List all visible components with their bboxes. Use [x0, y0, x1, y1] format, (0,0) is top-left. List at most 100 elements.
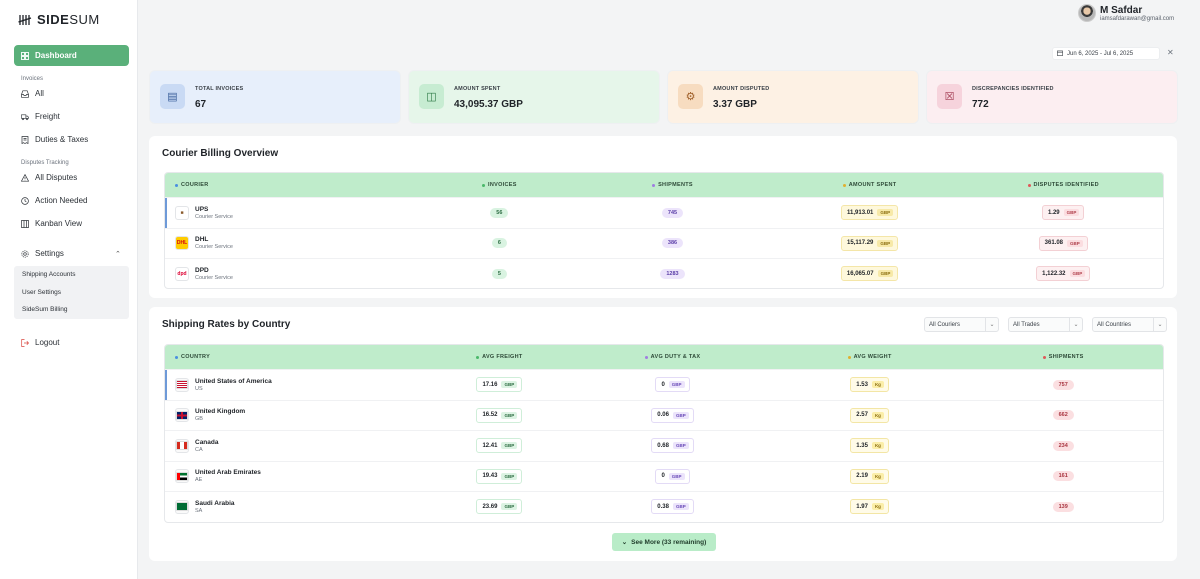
- shipments-cell: 745: [569, 207, 776, 218]
- sidebar-item-freight[interactable]: Freight: [21, 112, 60, 121]
- brand-logo[interactable]: SIDESUM: [18, 12, 100, 27]
- table-row[interactable]: Saudi Arabia SA 23.69 GBP 0.38 GBP 1.97 Kg 139: [165, 491, 1163, 522]
- dispute-value: 1.29 GBP: [1041, 205, 1085, 221]
- user-name: M Safdar: [1100, 4, 1143, 16]
- table-row[interactable]: Canada CA 12.41 GBP 0.68 GBP 1.35 Kg 234: [165, 430, 1163, 461]
- country-name: Saudi Arabia: [195, 499, 235, 507]
- column-header[interactable]: AVG WEIGHT: [776, 354, 964, 360]
- table-row[interactable]: dpd DPD Courier Service 5 1283 16,065.07 GBP 1,…: [165, 258, 1163, 288]
- settings-submenu: Shipping Accounts User Settings SideSum …: [14, 266, 129, 319]
- courier-cell: dpd DPD Courier Service: [165, 266, 429, 281]
- sidebar-item-settings[interactable]: Settings: [21, 249, 64, 258]
- sidebar-item-all-disputes[interactable]: All Disputes: [21, 173, 77, 182]
- duty-amount: 0: [661, 473, 665, 480]
- unit-badge: Kg: [871, 381, 884, 389]
- inbox-icon: [21, 89, 29, 98]
- currency-badge: GBP: [1067, 239, 1083, 247]
- amount-spent-value: 15,117.29 GBP: [841, 235, 899, 251]
- column-header[interactable]: SHIPMENTS: [963, 354, 1163, 360]
- freight-amount: 17.16: [482, 381, 498, 388]
- column-header-label: DISPUTES IDENTIFIED: [1033, 182, 1099, 188]
- stat-label: AMOUNT SPENT: [454, 86, 501, 92]
- sidebar-item-duties-taxes[interactable]: Duties & Taxes: [21, 135, 88, 144]
- user-email: iamsafdarawan@gmail.com: [1100, 15, 1175, 22]
- sidebar-item-all-invoices[interactable]: All: [21, 89, 44, 98]
- sidebar-item-logout[interactable]: Logout: [21, 338, 59, 347]
- avg-duty-value: 0.06 GBP: [651, 407, 694, 423]
- courier-name: DHL: [195, 236, 209, 244]
- table-row[interactable]: United Arab Emirates AE 19.43 GBP 0 GBP 2.19 Kg…: [165, 460, 1163, 492]
- country-text: Saudi Arabia SA: [195, 500, 235, 514]
- currency-badge: GBP: [501, 411, 518, 419]
- kanban-icon: [21, 219, 29, 228]
- select-value: All Couriers: [929, 321, 961, 328]
- country-text: United States of America US: [195, 378, 272, 392]
- column-header[interactable]: AVG DUTY & TAX: [569, 354, 776, 360]
- close-icon[interactable]: ✕: [1167, 48, 1174, 57]
- submenu-item-user-settings[interactable]: User Settings: [22, 289, 61, 296]
- country-filter-select[interactable]: All Countries ⌄: [1092, 317, 1167, 332]
- country-cell: United Arab Emirates AE: [165, 469, 429, 484]
- country-code: CA: [195, 446, 203, 453]
- sidebar-item-action-needed[interactable]: Action Needed: [21, 196, 87, 205]
- date-range-picker[interactable]: Jun 6, 2025 - Jul 6, 2025: [1052, 47, 1160, 60]
- column-header[interactable]: DISPUTES IDENTIFIED: [963, 182, 1163, 188]
- avg-freight-cell: 17.16 GBP: [429, 377, 569, 393]
- chevron-up-icon[interactable]: ⌃: [115, 250, 121, 258]
- column-header[interactable]: AMOUNT SPENT: [776, 182, 964, 188]
- weight-amount: 2.57: [856, 412, 868, 419]
- sidebar-item-kanban-view[interactable]: Kanban View: [21, 219, 82, 228]
- country-code: AE: [195, 477, 203, 484]
- table-row[interactable]: United States of America US 17.16 GBP 0 GBP 1.…: [165, 369, 1163, 400]
- chevron-down-icon: ⌄: [621, 539, 628, 546]
- shipments-cell: 234: [963, 440, 1163, 451]
- column-header[interactable]: COUNTRY: [165, 354, 429, 360]
- table-header: COUNTRY AVG FREIGHT AVG DUTY & TAX AVG WEIG…: [165, 345, 1163, 369]
- table-row[interactable]: ■ UPS Courier Service 56 745 11,913.01 GBP 1.29…: [165, 197, 1163, 228]
- country-name: United States of America: [195, 377, 272, 385]
- shipments-cell: 757: [963, 379, 1163, 390]
- column-header[interactable]: SHIPMENTS: [569, 182, 776, 188]
- column-header[interactable]: COURIER: [165, 182, 429, 188]
- courier-filter-select[interactable]: All Couriers ⌄: [924, 317, 999, 332]
- freight-amount: 12.41: [482, 442, 498, 449]
- sidebar-item-label: Logout: [35, 338, 60, 347]
- disputes-cell: 361.08 GBP: [963, 235, 1163, 251]
- submenu-item-sidesum-billing[interactable]: SideSum Billing: [22, 306, 68, 313]
- stat-value: 3.37 GBP: [713, 99, 757, 110]
- stats-row: ▤ TOTAL INVOICES 67 ◫ AMOUNT SPENT 43,095.37 …: [149, 70, 1178, 124]
- trade-filter-select[interactable]: All Trades ⌄: [1008, 317, 1083, 332]
- submenu-item-shipping-accounts[interactable]: Shipping Accounts: [22, 271, 75, 278]
- dot-icon: [476, 355, 480, 359]
- see-more-button[interactable]: ⌄ See More (33 remaining): [612, 533, 716, 551]
- stat-card: ◫ AMOUNT SPENT 43,095.37 GBP: [408, 70, 660, 124]
- country-text: Canada CA: [195, 439, 218, 453]
- avg-freight-value: 17.16 GBP: [476, 377, 523, 393]
- sidebar-item-label: Settings: [35, 249, 64, 258]
- stat-card: ▤ TOTAL INVOICES 67: [149, 70, 401, 124]
- avg-duty-value: 0 GBP: [655, 468, 690, 484]
- avg-freight-cell: 23.69 GBP: [429, 499, 569, 515]
- column-header-label: AVG WEIGHT: [853, 354, 892, 360]
- currency-badge: GBP: [501, 472, 518, 480]
- table-row[interactable]: United Kingdom GB 16.52 GBP 0.06 GBP 2.57 Kg 662: [165, 399, 1163, 431]
- flag-icon: [175, 408, 189, 423]
- table-row[interactable]: DHL DHL Courier Service 6 386 15,117.29 GBP 361…: [165, 227, 1163, 259]
- column-header[interactable]: AVG FREIGHT: [429, 354, 569, 360]
- duty-amount: 0.06: [657, 412, 669, 419]
- gear-icon: [21, 249, 29, 258]
- receipt-icon: [21, 135, 29, 144]
- country-code: GB: [195, 416, 203, 423]
- shipment-count-badge: 386: [661, 238, 684, 249]
- column-header[interactable]: INVOICES: [429, 182, 569, 188]
- column-header-label: INVOICES: [488, 182, 517, 188]
- discrepancy-file-icon: ☒: [937, 84, 962, 109]
- weight-amount: 1.97: [856, 503, 868, 510]
- user-profile[interactable]: M Safdar iamsafdarawan@gmail.com: [1078, 4, 1174, 22]
- date-range-value: Jun 6, 2025 - Jul 6, 2025: [1067, 50, 1134, 57]
- currency-badge: GBP: [668, 472, 685, 480]
- chevron-down-icon: ⌄: [1069, 318, 1082, 331]
- sidebar-item-dashboard[interactable]: Dashboard: [14, 45, 129, 66]
- dot-icon: [482, 183, 485, 187]
- stat-label: DISCREPANCIES IDENTIFIED: [972, 86, 1054, 92]
